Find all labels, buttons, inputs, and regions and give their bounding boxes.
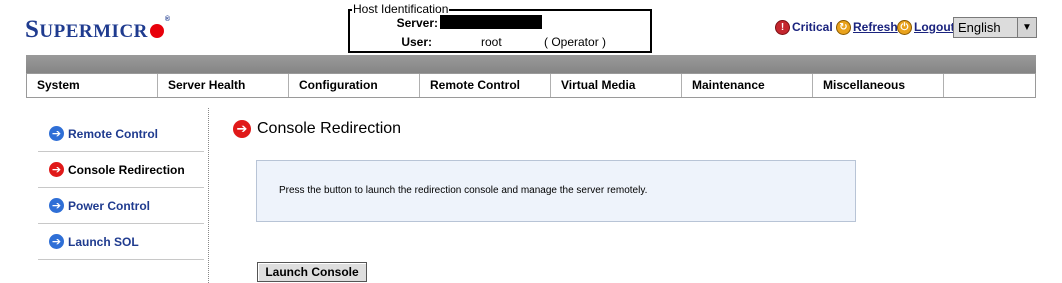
logo-dot — [149, 24, 164, 38]
arrow-right-icon: ➔ — [233, 120, 251, 138]
sidebar-item-console-redirection[interactable]: ➔ Console Redirection — [38, 152, 204, 188]
logout-icon: ⏻ — [897, 19, 912, 35]
critical-link[interactable]: ! Critical — [775, 17, 833, 37]
menu-virtual-media[interactable]: Virtual Media — [551, 74, 682, 97]
host-identification-box: Host Identification Server: User: root (… — [348, 3, 652, 53]
refresh-icon: ↻ — [836, 19, 851, 35]
sidebar-item-label: Power Control — [68, 198, 151, 213]
sidebar-item-label: Console Redirection — [68, 162, 185, 177]
sidebar-item-label: Launch SOL — [68, 234, 139, 249]
sidebar: ➔ Remote Control ➔ Console Redirection ➔… — [38, 116, 204, 260]
info-text: Press the button to launch the redirecti… — [279, 185, 648, 196]
language-selected-value: English — [958, 20, 1001, 35]
info-panel: Press the button to launch the redirecti… — [256, 160, 856, 222]
logo-registered-mark: ® — [164, 16, 171, 23]
arrow-right-icon: ➔ — [49, 234, 64, 249]
user-role: ( Operator ) — [544, 35, 607, 49]
logo-first-letter: S — [25, 16, 40, 43]
header-gray-bar — [26, 55, 1036, 73]
critical-label: Critical — [792, 20, 833, 34]
arrow-right-icon: ➔ — [49, 198, 64, 213]
sidebar-item-remote-control[interactable]: ➔ Remote Control — [38, 116, 204, 152]
logout-link[interactable]: ⏻ Logout — [897, 17, 955, 37]
menu-miscellaneous[interactable]: Miscellaneous — [813, 74, 944, 97]
supermicro-logo: S UPERMICR ® — [25, 12, 171, 42]
refresh-label: Refresh — [853, 20, 898, 34]
sidebar-divider — [208, 108, 209, 283]
launch-console-button[interactable]: Launch Console — [257, 262, 367, 282]
sidebar-item-launch-sol[interactable]: ➔ Launch SOL — [38, 224, 204, 260]
sidebar-item-power-control[interactable]: ➔ Power Control — [38, 188, 204, 224]
server-label: Server: — [396, 16, 438, 30]
server-value-redacted — [440, 15, 542, 29]
user-value: root — [481, 35, 502, 49]
language-select[interactable]: English ▼ — [953, 17, 1037, 38]
refresh-link[interactable]: ↻ Refresh — [836, 17, 898, 37]
arrow-right-icon: ➔ — [49, 126, 64, 141]
menu-remote-control[interactable]: Remote Control — [420, 74, 551, 97]
menu-configuration[interactable]: Configuration — [289, 74, 420, 97]
user-label: User: — [401, 35, 432, 49]
logout-label: Logout — [914, 20, 955, 34]
critical-alert-icon: ! — [775, 19, 790, 35]
logo-text: UPERMICR — [39, 21, 148, 42]
chevron-down-icon[interactable]: ▼ — [1017, 18, 1036, 37]
page-title: ➔ Console Redirection — [233, 120, 401, 138]
arrow-right-icon: ➔ — [49, 162, 64, 177]
sidebar-item-label: Remote Control — [68, 126, 158, 141]
menu-system[interactable]: System — [27, 74, 158, 97]
main-menu-bar: System Server Health Configuration Remot… — [26, 73, 1036, 98]
menu-server-health[interactable]: Server Health — [158, 74, 289, 97]
menu-maintenance[interactable]: Maintenance — [682, 74, 813, 97]
menu-empty-slot — [944, 74, 1035, 97]
page-title-text: Console Redirection — [257, 120, 402, 137]
host-identification-legend: Host Identification — [352, 2, 450, 16]
